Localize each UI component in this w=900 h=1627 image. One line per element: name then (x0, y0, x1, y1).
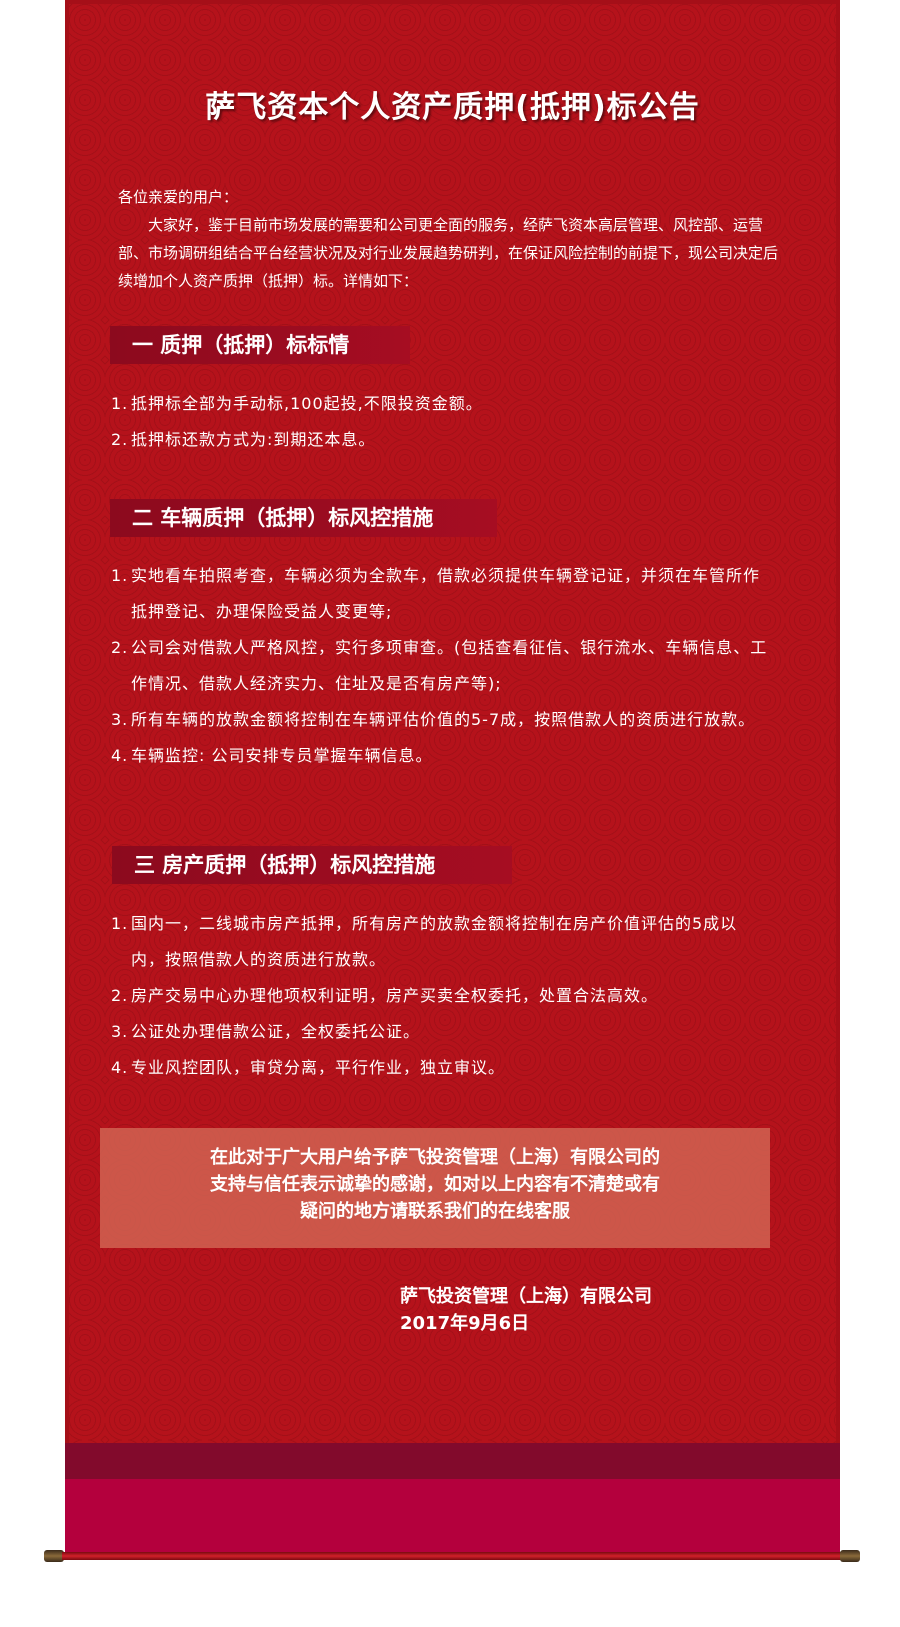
rod-bar (62, 1552, 842, 1560)
list-item: 2. 房产交易中心办理他项权利证明，房产买卖全权委托，处置合法高效。 (111, 978, 771, 1014)
item-number: 2. (111, 430, 129, 449)
item-number: 4. (111, 746, 129, 765)
greeting: 各位亲爱的用户： (118, 188, 239, 206)
thanks-line: 支持与信任表示诚挚的感谢，如对以上内容有不清楚或有 (210, 1174, 660, 1195)
item-text: 国内一，二线城市房产抵押，所有房产的放款金额将控制在房产价值评估的5成以内，按照… (131, 914, 738, 969)
signature-company: 萨飞投资管理（上海）有限公司 (400, 1286, 652, 1307)
rod-cap-right (840, 1550, 860, 1562)
list-item: 1. 抵押标全部为手动标,100起投,不限投资金额。 (111, 386, 771, 422)
section-heading-3: 三 房产质押（抵押）标风控措施 (112, 846, 512, 884)
item-text: 所有车辆的放款金额将控制在车辆评估价值的5-7成，按照借款人的资质进行放款。 (131, 710, 756, 729)
item-text: 实地看车拍照考查，车辆必须为全款车，借款必须提供车辆登记证，并须在车管所作抵押登… (131, 566, 761, 621)
item-number: 2. (111, 986, 129, 1005)
item-number: 1. (111, 566, 129, 585)
item-number: 1. (111, 914, 129, 933)
signature-date: 2017年9月6日 (400, 1313, 530, 1334)
item-text: 房产交易中心办理他项权利证明，房产买卖全权委托，处置合法高效。 (131, 986, 659, 1005)
list-item: 4. 专业风控团队，审贷分离，平行作业，独立审议。 (111, 1050, 771, 1086)
thanks-line: 在此对于广大用户给予萨飞投资管理（上海）有限公司的 (210, 1147, 660, 1168)
list-item: 4. 车辆监控: 公司安排专员掌握车辆信息。 (111, 738, 771, 774)
list-item: 1. 国内一，二线城市房产抵押，所有房产的放款金额将控制在房产价值评估的5成以内… (111, 906, 771, 978)
section-heading-2: 二 车辆质押（抵押）标风控措施 (110, 499, 497, 537)
intro-body: 大家好，鉴于目前市场发展的需要和公司更全面的服务，经萨飞资本高层管理、风控部、运… (118, 216, 779, 290)
list-item: 2. 抵押标还款方式为:到期还本息。 (111, 422, 771, 458)
section-3-list: 1. 国内一，二线城市房产抵押，所有房产的放款金额将控制在房产价值评估的5成以内… (111, 906, 771, 1086)
item-number: 1. (111, 394, 129, 413)
item-number: 2. (111, 638, 129, 657)
thanks-line: 疑问的地方请联系我们的在线客服 (300, 1201, 570, 1222)
list-item: 2. 公司会对借款人严格风控，实行多项审查。(包括查看征信、银行流水、车辆信息、… (111, 630, 771, 702)
list-item: 1. 实地看车拍照考查，车辆必须为全款车，借款必须提供车辆登记证，并须在车管所作… (111, 558, 771, 630)
section-heading-1: 一 质押（抵押）标标情 (110, 326, 410, 364)
section-1-list: 1. 抵押标全部为手动标,100起投,不限投资金额。 2. 抵押标还款方式为:到… (111, 386, 771, 458)
scroll-rod (44, 1550, 860, 1562)
item-text: 抵押标全部为手动标,100起投,不限投资金额。 (131, 394, 483, 413)
scroll-bottom-band (65, 1479, 840, 1555)
intro-block: 各位亲爱的用户： 大家好，鉴于目前市场发展的需要和公司更全面的服务，经萨飞资本高… (118, 183, 778, 295)
rod-cap-left (44, 1550, 64, 1562)
list-item: 3. 所有车辆的放款金额将控制在车辆评估价值的5-7成，按照借款人的资质进行放款… (111, 702, 771, 738)
signature-block: 萨飞投资管理（上海）有限公司 2017年9月6日 (400, 1283, 652, 1337)
item-text: 车辆监控: 公司安排专员掌握车辆信息。 (131, 746, 433, 765)
item-number: 3. (111, 710, 129, 729)
item-text: 抵押标还款方式为:到期还本息。 (131, 430, 376, 449)
item-number: 4. (111, 1058, 129, 1077)
section-2-list: 1. 实地看车拍照考查，车辆必须为全款车，借款必须提供车辆登记证，并须在车管所作… (111, 558, 771, 774)
scroll-bottom-band-dark (65, 1443, 840, 1479)
item-text: 专业风控团队，审贷分离，平行作业，独立审议。 (131, 1058, 506, 1077)
item-number: 3. (111, 1022, 129, 1041)
thank-you-box: 在此对于广大用户给予萨飞投资管理（上海）有限公司的 支持与信任表示诚挚的感谢，如… (100, 1128, 770, 1248)
announcement-title: 萨飞资本个人资产质押(抵押)标公告 (205, 90, 700, 125)
item-text: 公司会对借款人严格风控，实行多项审查。(包括查看征信、银行流水、车辆信息、工作情… (131, 638, 768, 693)
item-text: 公证处办理借款公证，全权委托公证。 (131, 1022, 421, 1041)
list-item: 3. 公证处办理借款公证，全权委托公证。 (111, 1014, 771, 1050)
